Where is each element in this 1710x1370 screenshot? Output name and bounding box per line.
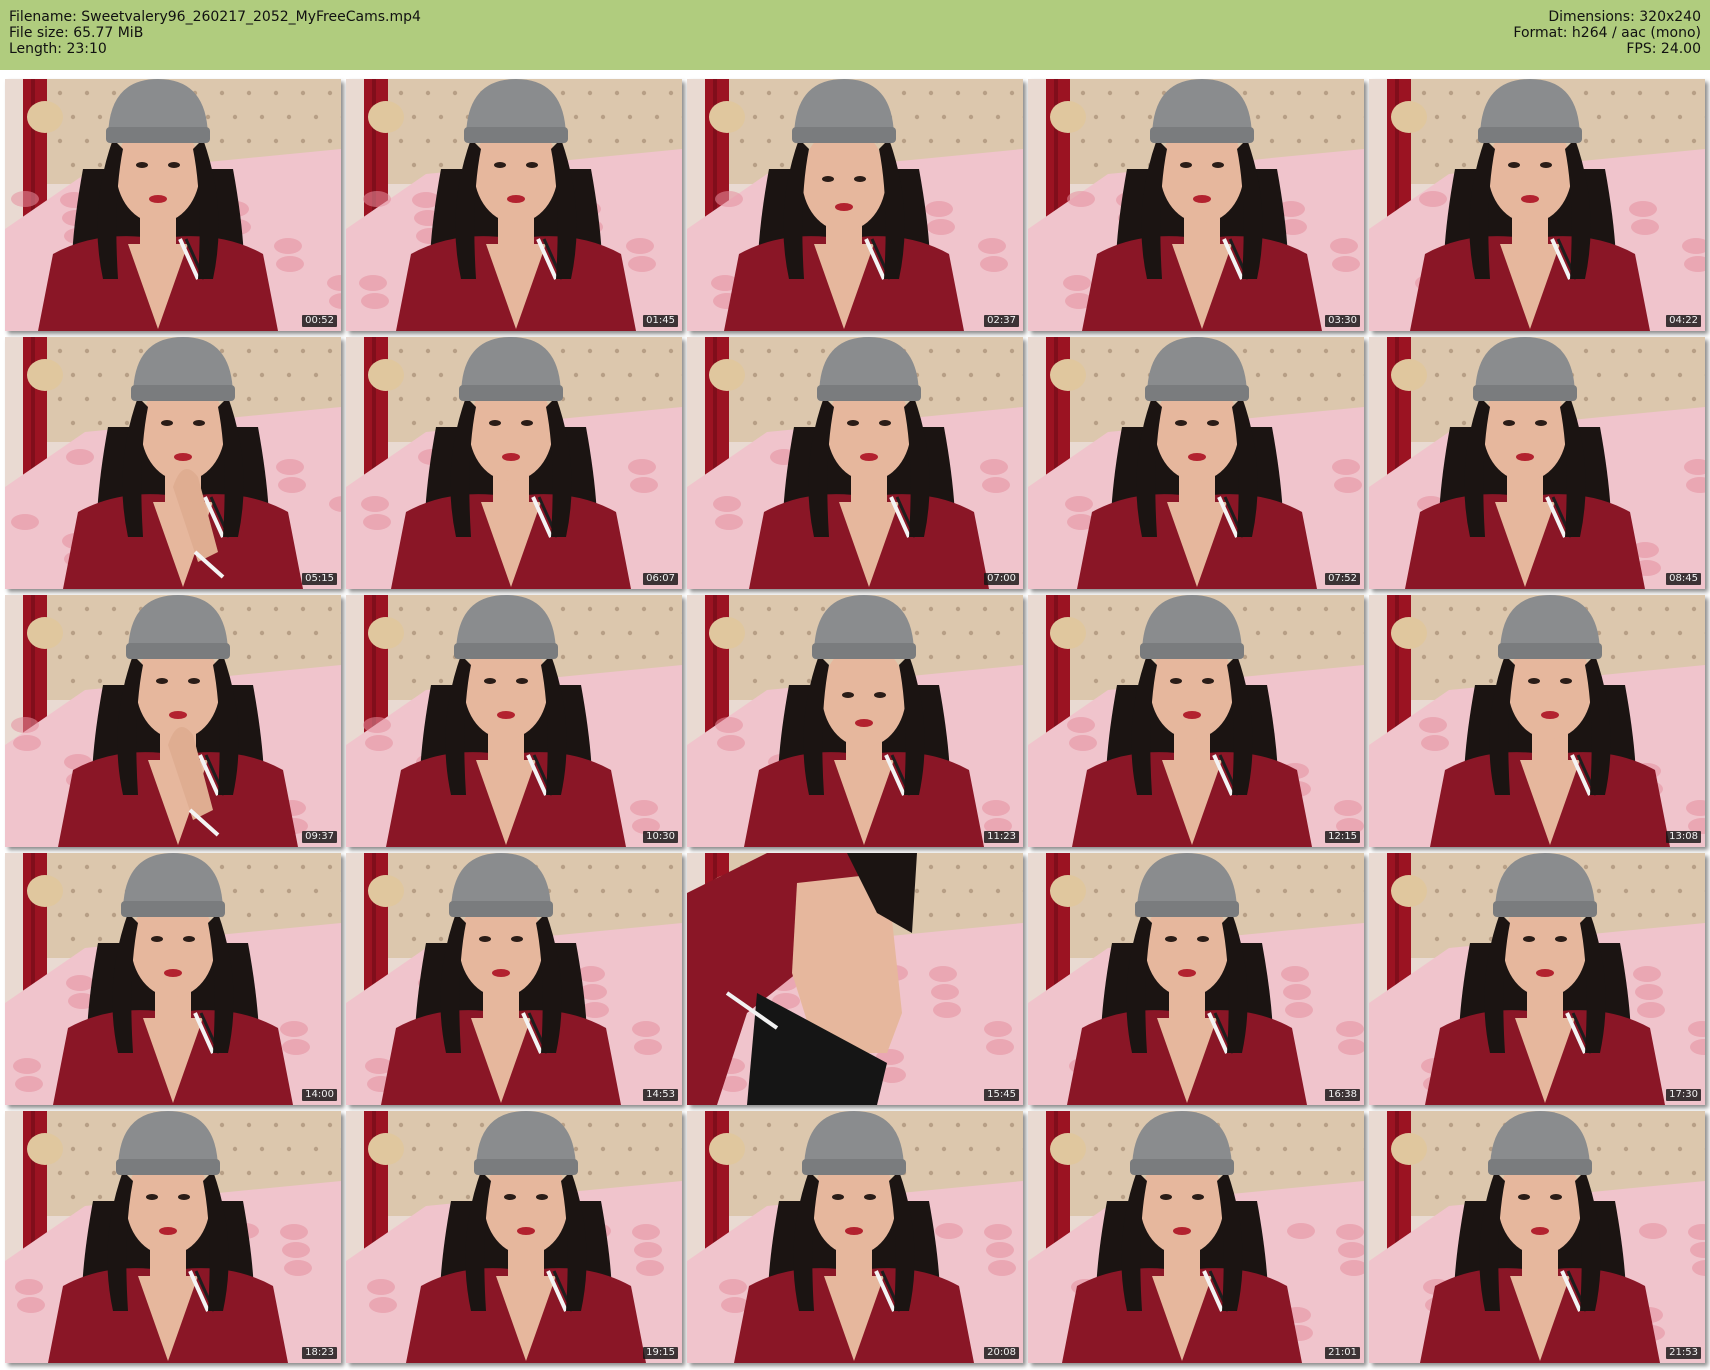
frame-image bbox=[346, 595, 682, 847]
video-thumbnail: 21:53 bbox=[1369, 1111, 1705, 1363]
video-thumbnail: 19:15 bbox=[346, 1111, 682, 1363]
frame-image bbox=[687, 337, 1023, 589]
frame-image bbox=[687, 853, 1023, 1105]
video-thumbnail: 14:53 bbox=[346, 853, 682, 1105]
video-thumbnail: 06:07 bbox=[346, 337, 682, 589]
timestamp-label: 01:45 bbox=[643, 315, 678, 327]
video-thumbnail: 20:08 bbox=[687, 1111, 1023, 1363]
video-thumbnail: 18:23 bbox=[5, 1111, 341, 1363]
frame-image bbox=[687, 1111, 1023, 1363]
timestamp-label: 11:23 bbox=[984, 831, 1019, 843]
timestamp-label: 13:08 bbox=[1666, 831, 1701, 843]
frame-image bbox=[687, 79, 1023, 331]
frame-image bbox=[1369, 853, 1705, 1105]
info-header: Filename: Sweetvalery96_260217_2052_MyFr… bbox=[0, 0, 1710, 70]
filename-text: Filename: Sweetvalery96_260217_2052_MyFr… bbox=[9, 9, 421, 25]
fps-text: FPS: 24.00 bbox=[1626, 41, 1701, 57]
frame-image bbox=[1028, 337, 1364, 589]
timestamp-label: 06:07 bbox=[643, 573, 678, 585]
format-text: Format: h264 / aac (mono) bbox=[1513, 25, 1701, 41]
timestamp-label: 21:53 bbox=[1666, 1347, 1701, 1359]
dimensions-text: Dimensions: 320x240 bbox=[1548, 9, 1701, 25]
video-thumbnail: 16:38 bbox=[1028, 853, 1364, 1105]
timestamp-label: 00:52 bbox=[302, 315, 337, 327]
timestamp-label: 14:53 bbox=[643, 1089, 678, 1101]
video-thumbnail: 05:15 bbox=[5, 337, 341, 589]
timestamp-label: 12:15 bbox=[1325, 831, 1360, 843]
timestamp-label: 21:01 bbox=[1325, 1347, 1360, 1359]
video-thumbnail: 14:00 bbox=[5, 853, 341, 1105]
timestamp-label: 14:00 bbox=[302, 1089, 337, 1101]
timestamp-label: 17:30 bbox=[1666, 1089, 1701, 1101]
frame-image bbox=[687, 595, 1023, 847]
video-thumbnail: 17:30 bbox=[1369, 853, 1705, 1105]
timestamp-label: 19:15 bbox=[643, 1347, 678, 1359]
timestamp-label: 18:23 bbox=[302, 1347, 337, 1359]
timestamp-label: 03:30 bbox=[1325, 315, 1360, 327]
frame-image bbox=[346, 79, 682, 331]
frame-image bbox=[1369, 337, 1705, 589]
frame-image bbox=[346, 853, 682, 1105]
timestamp-label: 09:37 bbox=[302, 831, 337, 843]
timestamp-label: 07:00 bbox=[984, 573, 1019, 585]
frame-image bbox=[1028, 79, 1364, 331]
timestamp-label: 15:45 bbox=[984, 1089, 1019, 1101]
frame-image bbox=[5, 79, 341, 331]
video-thumbnail: 01:45 bbox=[346, 79, 682, 331]
frame-image bbox=[1028, 595, 1364, 847]
frame-image bbox=[5, 595, 341, 847]
video-thumbnail: 02:37 bbox=[687, 79, 1023, 331]
frame-image bbox=[5, 337, 341, 589]
video-thumbnail: 04:22 bbox=[1369, 79, 1705, 331]
video-thumbnail: 03:30 bbox=[1028, 79, 1364, 331]
file-info: Filename: Sweetvalery96_260217_2052_MyFr… bbox=[9, 9, 421, 57]
frame-image bbox=[5, 853, 341, 1105]
frame-image bbox=[5, 1111, 341, 1363]
timestamp-label: 02:37 bbox=[984, 315, 1019, 327]
timestamp-label: 04:22 bbox=[1666, 315, 1701, 327]
timestamp-label: 16:38 bbox=[1325, 1089, 1360, 1101]
frame-image bbox=[1369, 1111, 1705, 1363]
frame-image bbox=[346, 337, 682, 589]
video-thumbnail: 10:30 bbox=[346, 595, 682, 847]
video-thumbnail: 07:00 bbox=[687, 337, 1023, 589]
frame-image bbox=[346, 1111, 682, 1363]
video-thumbnail: 07:52 bbox=[1028, 337, 1364, 589]
video-thumbnail: 00:52 bbox=[5, 79, 341, 331]
video-thumbnail: 09:37 bbox=[5, 595, 341, 847]
timestamp-label: 10:30 bbox=[643, 831, 678, 843]
media-info: Dimensions: 320x240 Format: h264 / aac (… bbox=[1513, 9, 1701, 57]
filesize-text: File size: 65.77 MiB bbox=[9, 25, 144, 41]
frame-image bbox=[1028, 853, 1364, 1105]
video-thumbnail: 11:23 bbox=[687, 595, 1023, 847]
timestamp-label: 07:52 bbox=[1325, 573, 1360, 585]
frame-image bbox=[1028, 1111, 1364, 1363]
video-thumbnail: 13:08 bbox=[1369, 595, 1705, 847]
video-thumbnail: 08:45 bbox=[1369, 337, 1705, 589]
thumbnail-grid: 00:52 01:45 02:37 03:30 04:22 05:15 06:07 07:00… bbox=[5, 79, 1705, 1363]
video-thumbnail: 21:01 bbox=[1028, 1111, 1364, 1363]
frame-image bbox=[1369, 79, 1705, 331]
timestamp-label: 05:15 bbox=[302, 573, 337, 585]
timestamp-label: 08:45 bbox=[1666, 573, 1701, 585]
video-thumbnail: 12:15 bbox=[1028, 595, 1364, 847]
frame-image bbox=[1369, 595, 1705, 847]
length-text: Length: 23:10 bbox=[9, 41, 107, 57]
video-thumbnail: 15:45 bbox=[687, 853, 1023, 1105]
timestamp-label: 20:08 bbox=[984, 1347, 1019, 1359]
